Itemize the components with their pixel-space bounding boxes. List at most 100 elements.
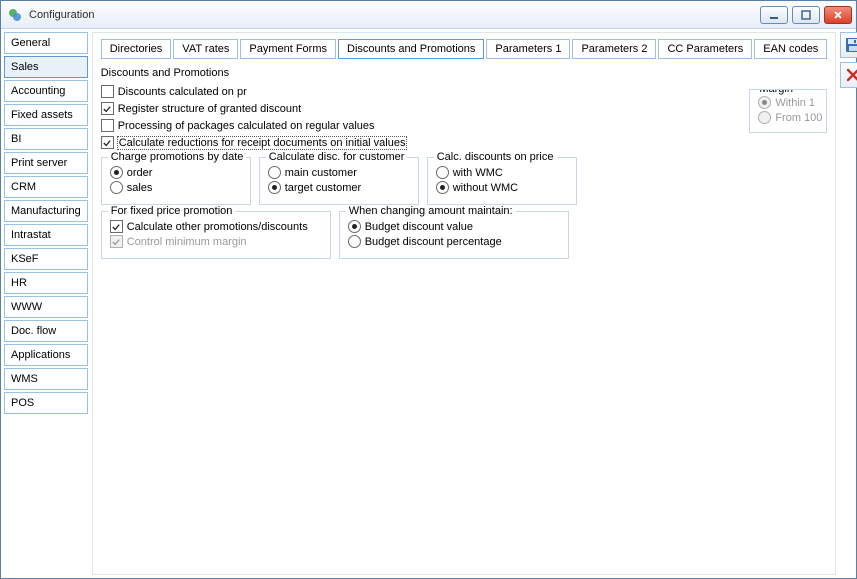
radio-icon xyxy=(758,96,771,109)
body: General Sales Accounting Fixed assets BI… xyxy=(1,29,856,578)
radio-icon xyxy=(110,181,123,194)
tab-payment-forms[interactable]: Payment Forms xyxy=(240,39,336,59)
group-legend: Calculate disc. for customer xyxy=(266,151,408,163)
sidebar-item-general[interactable]: General xyxy=(4,32,88,54)
checkbox-icon xyxy=(101,119,114,132)
sidebar-item-label: Accounting xyxy=(11,85,65,97)
checkbox-label: Control minimum margin xyxy=(127,236,247,248)
tab-vat-rates[interactable]: VAT rates xyxy=(173,39,238,59)
sidebar-item-label: KSeF xyxy=(11,253,39,265)
checkbox-label: Calculate reductions for receipt documen… xyxy=(118,137,407,149)
action-column xyxy=(836,32,857,575)
top-options-block: Discounts calculated on pr Register stru… xyxy=(101,83,828,151)
group-fixed-price: For fixed price promotion Calculate othe… xyxy=(101,211,331,259)
group-legend: Calc. discounts on price xyxy=(434,151,557,163)
radio-target-customer[interactable]: target customer xyxy=(268,181,410,194)
maximize-button[interactable] xyxy=(792,6,820,24)
sidebar-item-print-server[interactable]: Print server xyxy=(4,152,88,174)
sidebar-item-label: Sales xyxy=(11,61,39,73)
sidebar-item-sales[interactable]: Sales xyxy=(4,56,88,78)
window-title: Configuration xyxy=(29,9,756,21)
chk-packages-regular[interactable]: Processing of packages calculated on reg… xyxy=(101,119,407,132)
tab-parameters-1[interactable]: Parameters 1 xyxy=(486,39,570,59)
tab-label: Payment Forms xyxy=(249,43,327,55)
app-icon xyxy=(7,7,23,23)
tab-directories[interactable]: Directories xyxy=(101,39,172,59)
radio-label: main customer xyxy=(285,167,357,179)
sidebar-item-doc-flow[interactable]: Doc. flow xyxy=(4,320,88,342)
checkbox-icon xyxy=(110,235,123,248)
sidebar-item-accounting[interactable]: Accounting xyxy=(4,80,88,102)
sidebar-item-applications[interactable]: Applications xyxy=(4,344,88,366)
radio-icon xyxy=(110,166,123,179)
sidebar-item-label: Applications xyxy=(11,349,70,361)
cancel-button[interactable] xyxy=(840,62,857,88)
sidebar-item-manufacturing[interactable]: Manufacturing xyxy=(4,200,88,222)
sidebar-item-ksef[interactable]: KSeF xyxy=(4,248,88,270)
sidebar-item-label: HR xyxy=(11,277,27,289)
group-legend: When changing amount maintain: xyxy=(346,205,516,217)
radio-label: with WMC xyxy=(453,167,503,179)
tab-ean-codes[interactable]: EAN codes xyxy=(754,39,827,59)
tab-label: EAN codes xyxy=(763,43,818,55)
sidebar-item-label: BI xyxy=(11,133,21,145)
sidebar-item-intrastat[interactable]: Intrastat xyxy=(4,224,88,246)
main-panel: Directories VAT rates Payment Forms Disc… xyxy=(92,32,837,575)
radio-icon xyxy=(268,166,281,179)
sidebar-item-fixed-assets[interactable]: Fixed assets xyxy=(4,104,88,126)
chk-control-min-margin: Control minimum margin xyxy=(110,235,322,248)
chk-calc-other-promotions[interactable]: Calculate other promotions/discounts xyxy=(110,220,322,233)
checkbox-label: Discounts calculated on pr xyxy=(118,86,247,98)
top-checkboxes: Discounts calculated on pr Register stru… xyxy=(101,83,407,151)
radio-budget-percent[interactable]: Budget discount percentage xyxy=(348,235,560,248)
sidebar-item-label: WMS xyxy=(11,373,38,385)
sidebar-item-label: CRM xyxy=(11,181,36,193)
tab-strip: Directories VAT rates Payment Forms Disc… xyxy=(101,39,828,59)
minimize-button[interactable] xyxy=(760,6,788,24)
floppy-icon xyxy=(845,37,857,53)
sidebar-item-label: Print server xyxy=(11,157,67,169)
tab-label: VAT rates xyxy=(182,43,229,55)
tab-cc-parameters[interactable]: CC Parameters xyxy=(658,39,752,59)
radio-margin-from100: From 100 xyxy=(758,111,818,124)
radio-icon xyxy=(348,220,361,233)
sidebar-item-label: Manufacturing xyxy=(11,205,81,217)
chk-register-structure[interactable]: Register structure of granted discount xyxy=(101,102,407,115)
group-legend: Charge promotions by date xyxy=(108,151,247,163)
checkbox-icon xyxy=(101,136,114,149)
radio-main-customer[interactable]: main customer xyxy=(268,166,410,179)
sidebar-item-hr[interactable]: HR xyxy=(4,272,88,294)
radio-label: Budget discount percentage xyxy=(365,236,502,248)
checkbox-label: Calculate other promotions/discounts xyxy=(127,221,308,233)
close-button[interactable] xyxy=(824,6,852,24)
radio-order[interactable]: order xyxy=(110,166,242,179)
sidebar-item-pos[interactable]: POS xyxy=(4,392,88,414)
radio-sales[interactable]: sales xyxy=(110,181,242,194)
tab-label: Directories xyxy=(110,43,163,55)
sidebar-item-crm[interactable]: CRM xyxy=(4,176,88,198)
x-icon xyxy=(845,67,857,83)
sidebar-item-www[interactable]: WWW xyxy=(4,296,88,318)
radio-label: From 100 xyxy=(775,112,822,124)
radio-label: Budget discount value xyxy=(365,221,473,233)
radio-label: sales xyxy=(127,182,153,194)
sidebar-item-bi[interactable]: BI xyxy=(4,128,88,150)
radio-without-wmc[interactable]: without WMC xyxy=(436,181,568,194)
radio-budget-value[interactable]: Budget discount value xyxy=(348,220,560,233)
group-calc-price: Calc. discounts on price with WMC withou… xyxy=(427,157,577,205)
sidebar-item-wms[interactable]: WMS xyxy=(4,368,88,390)
checkbox-icon xyxy=(110,220,123,233)
tab-label: CC Parameters xyxy=(667,43,743,55)
save-button[interactable] xyxy=(840,32,857,58)
checkbox-icon xyxy=(101,102,114,115)
tab-parameters-2[interactable]: Parameters 2 xyxy=(572,39,656,59)
group-legend: For fixed price promotion xyxy=(108,205,236,217)
chk-calc-reductions-initial[interactable]: Calculate reductions for receipt documen… xyxy=(101,136,407,149)
radio-with-wmc[interactable]: with WMC xyxy=(436,166,568,179)
tab-discounts-promotions[interactable]: Discounts and Promotions xyxy=(338,39,484,59)
side-nav: General Sales Accounting Fixed assets BI… xyxy=(4,32,92,575)
config-window: Configuration General Sales Accounting F… xyxy=(0,0,857,579)
tab-label: Parameters 1 xyxy=(495,43,561,55)
chk-discounts-on-pr[interactable]: Discounts calculated on pr xyxy=(101,85,407,98)
radio-label: Within 1 xyxy=(775,97,815,109)
